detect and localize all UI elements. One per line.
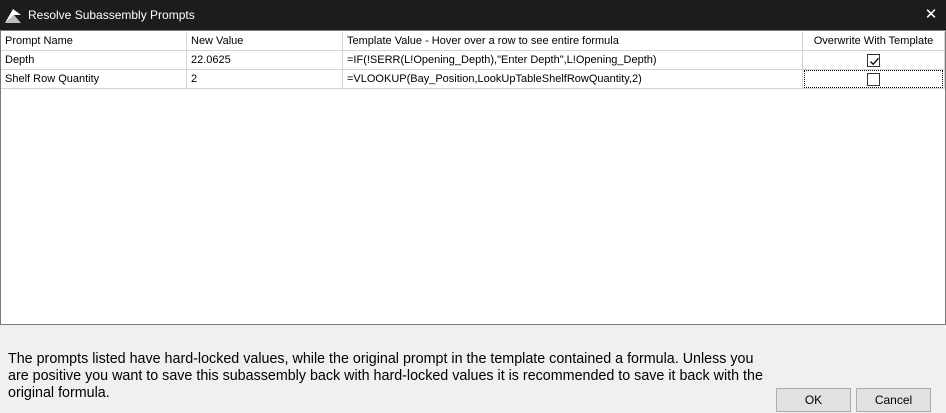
column-header-new-value[interactable]: New Value — [187, 32, 343, 51]
template-value-cell[interactable]: =VLOOKUP(Bay_Position,LookUpTableShelfRo… — [343, 70, 803, 89]
ok-button[interactable]: OK — [776, 388, 851, 412]
table-row[interactable]: Depth 22.0625 =IF(!SERR(L!Opening_Depth)… — [1, 51, 945, 70]
new-value-cell[interactable]: 2 — [187, 70, 343, 89]
prompts-grid: Prompt Name New Value Template Value - H… — [0, 30, 946, 325]
overwrite-checkbox[interactable] — [867, 73, 880, 86]
grid-header-row: Prompt Name New Value Template Value - H… — [1, 32, 945, 51]
window-title: Resolve Subassembly Prompts — [28, 8, 195, 22]
column-header-overwrite[interactable]: Overwrite With Template — [803, 32, 945, 51]
column-header-prompt-name[interactable]: Prompt Name — [1, 32, 187, 51]
table-row[interactable]: Shelf Row Quantity 2 =VLOOKUP(Bay_Positi… — [1, 70, 945, 89]
overwrite-cell — [803, 70, 945, 89]
new-value-cell[interactable]: 22.0625 — [187, 51, 343, 70]
warning-message: The prompts listed have hard-locked valu… — [8, 351, 763, 401]
cancel-button[interactable]: Cancel — [856, 388, 931, 412]
overwrite-checkbox[interactable] — [867, 54, 880, 67]
overwrite-cell — [803, 51, 945, 70]
close-button[interactable]: ✕ — [916, 0, 946, 30]
app-logo-icon — [5, 9, 21, 23]
checkmark-icon — [870, 57, 879, 66]
prompt-name-cell[interactable]: Shelf Row Quantity — [1, 70, 187, 89]
title-bar: Resolve Subassembly Prompts ✕ — [0, 0, 946, 30]
column-header-template-value[interactable]: Template Value - Hover over a row to see… — [343, 32, 803, 51]
template-value-cell[interactable]: =IF(!SERR(L!Opening_Depth),"Enter Depth"… — [343, 51, 803, 70]
prompt-name-cell[interactable]: Depth — [1, 51, 187, 70]
